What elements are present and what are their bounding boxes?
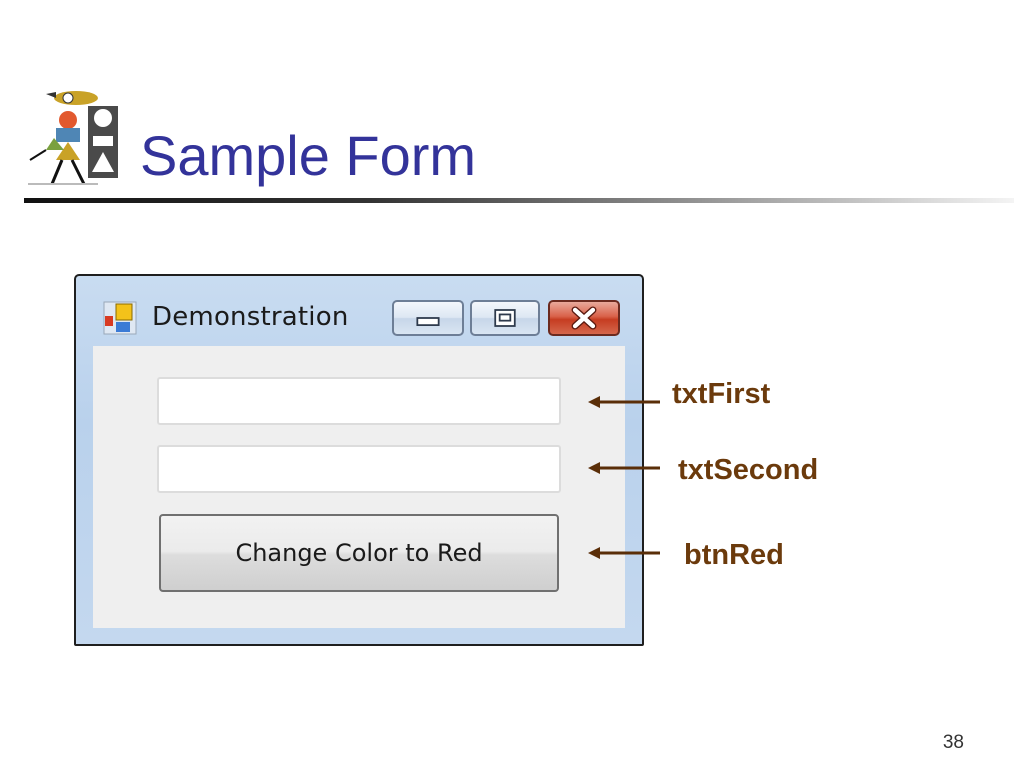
txt-first-textbox[interactable]	[157, 377, 561, 425]
close-button[interactable]	[548, 300, 620, 336]
close-icon	[571, 306, 597, 330]
minimize-icon	[416, 317, 440, 326]
form-app-icon	[102, 300, 138, 336]
callout-txt-first: txtFirst	[672, 378, 771, 410]
slide-title: Sample Form	[140, 124, 477, 187]
arrow-icon	[588, 547, 660, 559]
window-title: Demonstration	[152, 302, 349, 332]
window-client-area: Change Color to Red	[93, 346, 625, 628]
arrow-icon	[588, 396, 660, 408]
page-number: 38	[942, 732, 964, 753]
maximize-icon	[494, 309, 516, 327]
minimize-button[interactable]	[392, 300, 464, 336]
arrow-icon	[588, 462, 660, 474]
change-color-button[interactable]: Change Color to Red	[159, 514, 559, 592]
maximize-button[interactable]	[470, 300, 540, 336]
slide-logo-icon	[24, 88, 122, 188]
callout-btn-red: btnRed	[684, 539, 784, 571]
title-divider	[24, 198, 1014, 203]
callout-txt-second: txtSecond	[678, 454, 819, 486]
demo-window: Demonstration Change Color to Red	[74, 274, 644, 646]
txt-second-textbox[interactable]	[157, 445, 561, 493]
window-titlebar[interactable]: Demonstration	[76, 276, 642, 346]
